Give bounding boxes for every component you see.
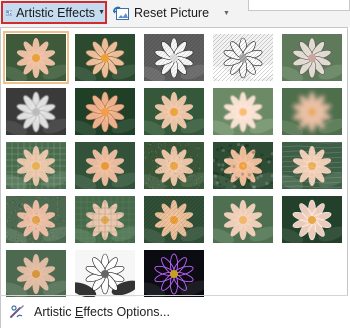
effect-preview-image: [75, 196, 135, 243]
effect-preview-image: [75, 34, 135, 81]
effect-thumbnail-none[interactable]: [3, 31, 69, 84]
effect-preview-image: [6, 196, 66, 243]
ribbon-bar: Artistic Effects ▼ Reset Picture ▼: [0, 0, 350, 27]
artistic-effects-options-label: Artistic Effects Options...: [34, 305, 170, 319]
artistic-effects-button[interactable]: Artistic Effects ▼: [1, 1, 107, 24]
effect-thumbnail-texturizer[interactable]: [75, 196, 135, 243]
effect-preview-image: [213, 142, 273, 189]
effect-thumbnail-pastels[interactable]: [213, 196, 273, 243]
effect-thumbnail-chalk[interactable]: [6, 88, 66, 135]
artistic-effects-icon: [6, 9, 13, 16]
effect-thumbnail-marker[interactable]: [75, 34, 135, 81]
effect-preview-image: [75, 142, 135, 189]
effect-preview-image: [282, 34, 342, 81]
effect-thumbnail-pencilgray[interactable]: [144, 34, 204, 81]
effect-thumbnail-sketch[interactable]: [213, 34, 273, 81]
effect-preview-image: [282, 142, 342, 189]
effect-preview-image: [282, 88, 342, 135]
effect-thumbnail-crisscross[interactable]: [144, 196, 204, 243]
options-label-prefix: Artistic: [34, 305, 75, 319]
reset-picture-label: Reset Picture: [134, 6, 210, 20]
artistic-effects-gallery: [0, 27, 348, 297]
effect-preview-image: [6, 88, 66, 135]
effect-preview-image: [144, 250, 204, 297]
effect-preview-image: [213, 196, 273, 243]
effect-preview-image: [75, 250, 135, 297]
reset-picture-button[interactable]: Reset Picture ▼: [113, 3, 230, 23]
effect-thumbnail-cement[interactable]: [6, 196, 66, 243]
effect-preview-image: [282, 196, 342, 243]
effect-preview-image: [144, 34, 204, 81]
effect-thumbnail-paintbrush[interactable]: [144, 88, 204, 135]
effect-thumbnail-blur[interactable]: [282, 88, 342, 135]
options-label-suffix: ffects Options...: [83, 305, 170, 319]
effect-thumbnail-plastic[interactable]: [282, 196, 342, 243]
effect-preview-image: [213, 34, 273, 81]
effect-thumbnail-mosaic[interactable]: [213, 142, 273, 189]
ribbon-adjacent-panel: [248, 0, 350, 11]
effect-preview-image: [144, 142, 204, 189]
dropdown-caret-icon[interactable]: ▼: [223, 10, 230, 17]
effect-preview-image: [6, 34, 66, 81]
artistic-effects-options-item[interactable]: Artistic Effects Options...: [0, 296, 350, 328]
effect-thumbnail-photocopy[interactable]: [75, 250, 135, 297]
effect-preview-image: [75, 88, 135, 135]
effect-thumbnail-glowdiffused[interactable]: [213, 88, 273, 135]
effect-preview-image: [144, 196, 204, 243]
reset-picture-icon: [113, 6, 129, 20]
artistic-effects-options-icon: [10, 305, 24, 318]
effect-thumbnail-glowedges[interactable]: [144, 250, 204, 297]
effect-thumbnail-paintstrokes[interactable]: [75, 88, 135, 135]
effect-preview-image: [6, 250, 66, 297]
effect-thumbnail-watercolor[interactable]: [75, 142, 135, 189]
effect-preview-image: [213, 88, 273, 135]
effect-thumbnail-glass[interactable]: [282, 142, 342, 189]
effect-thumbnail-lightscreen[interactable]: [6, 142, 66, 189]
effect-preview-image: [144, 88, 204, 135]
artistic-effects-label: Artistic Effects: [16, 5, 96, 20]
effect-thumbnail-cutout[interactable]: [6, 250, 66, 297]
effect-thumbnail-linedraw[interactable]: [282, 34, 342, 81]
dropdown-caret-icon: ▼: [98, 9, 105, 16]
effect-thumbnail-filmgrain[interactable]: [144, 142, 204, 189]
effect-preview-image: [6, 142, 66, 189]
